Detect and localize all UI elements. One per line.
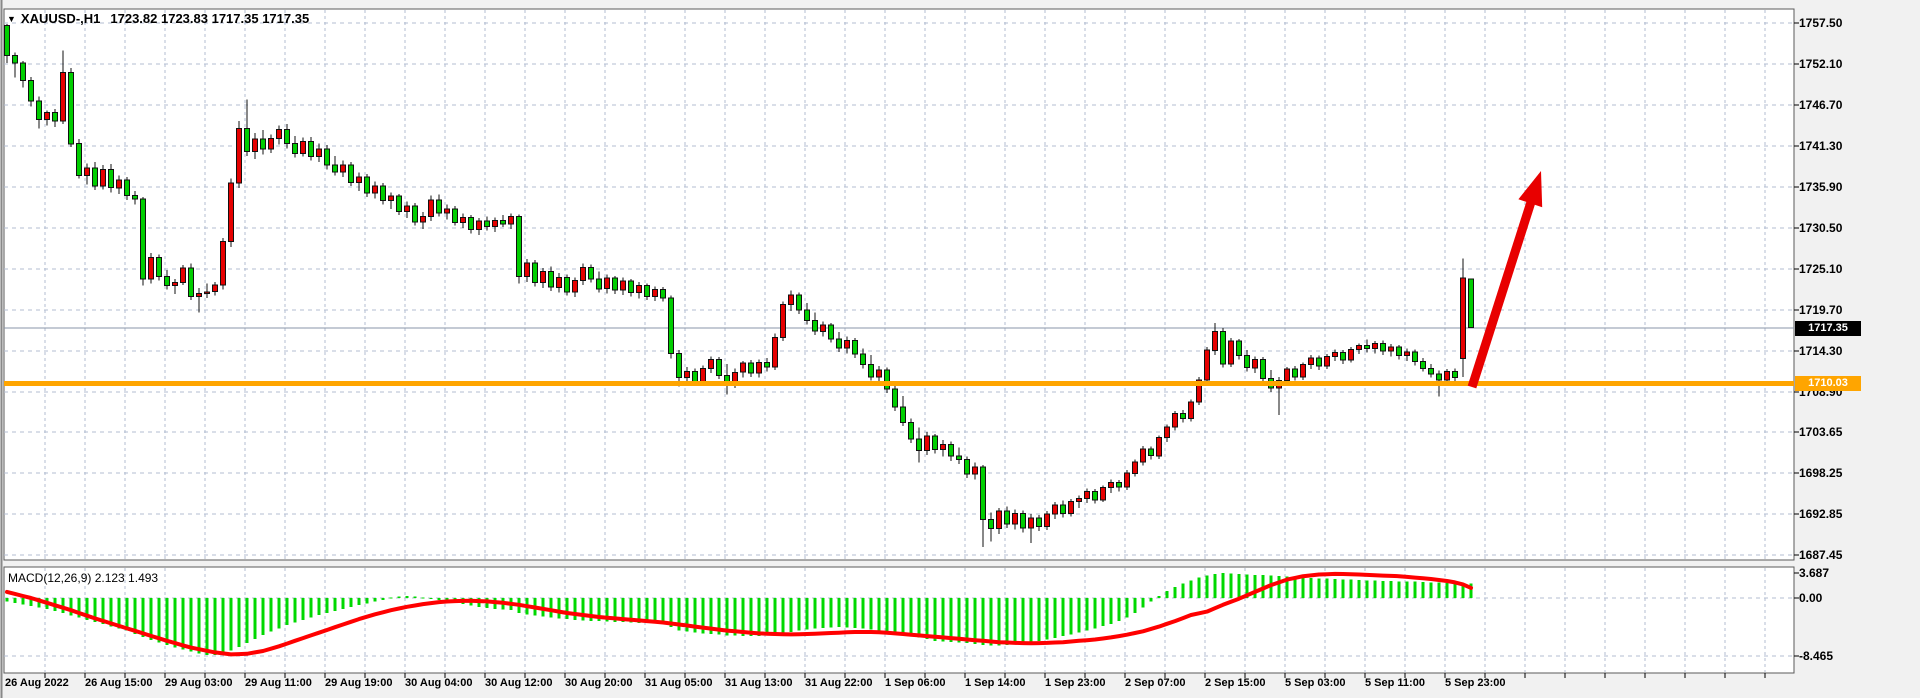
- time-axis-label: 30 Aug 04:00: [405, 677, 472, 689]
- time-axis-label: 1 Sep 06:00: [885, 677, 946, 689]
- support-price-badge: 1710.03: [1795, 376, 1861, 391]
- price-axis-label: 1752.10: [1799, 57, 1869, 71]
- price-axis-label: 1719.70: [1799, 303, 1869, 317]
- time-axis-label: 31 Aug 13:00: [725, 677, 792, 689]
- current-price-badge: 1717.35: [1795, 321, 1861, 336]
- price-axis-label: 1725.10: [1799, 262, 1869, 276]
- chart-canvas[interactable]: [0, 0, 1920, 698]
- symbol-dropdown-icon[interactable]: ▼: [7, 14, 16, 24]
- time-axis-label: 5 Sep 11:00: [1365, 677, 1425, 689]
- time-axis-label: 31 Aug 22:00: [805, 677, 872, 689]
- price-axis-label: 1714.30: [1799, 344, 1869, 358]
- price-axis-label: 1698.25: [1799, 466, 1869, 480]
- time-axis-label: 5 Sep 23:00: [1445, 677, 1506, 689]
- time-axis-label: 31 Aug 05:00: [645, 677, 712, 689]
- price-axis-label: 1746.70: [1799, 98, 1869, 112]
- time-axis-label: 5 Sep 03:00: [1285, 677, 1346, 689]
- price-axis-label: 1687.45: [1799, 548, 1869, 562]
- time-axis-label: 26 Aug 15:00: [85, 677, 152, 689]
- time-axis-label: 1 Sep 14:00: [965, 677, 1026, 689]
- time-axis-label: 29 Aug 11:00: [245, 677, 312, 689]
- ohlc-values: 1723.82 1723.83 1717.35 1717.35: [110, 11, 309, 26]
- time-axis-label: 29 Aug 19:00: [325, 677, 392, 689]
- price-axis-label: 1703.65: [1799, 425, 1869, 439]
- time-axis-label: 2 Sep 07:00: [1125, 677, 1186, 689]
- macd-scale-min: -8.465: [1799, 649, 1869, 663]
- price-axis-label: 1692.85: [1799, 507, 1869, 521]
- symbol-timeframe-label[interactable]: XAUUSD-,H1: [21, 11, 100, 26]
- macd-scale-zero: 0.00: [1799, 591, 1869, 605]
- time-axis-label: 2 Sep 15:00: [1205, 677, 1266, 689]
- price-axis-label: 1741.30: [1799, 139, 1869, 153]
- macd-indicator-label: MACD(12,26,9) 2.123 1.493: [8, 571, 158, 585]
- time-axis-label: 29 Aug 03:00: [165, 677, 232, 689]
- trading-chart-window: ▼ XAUUSD-,H1 1723.82 1723.83 1717.35 1717.…: [0, 0, 1920, 698]
- time-axis-label: 30 Aug 12:00: [485, 677, 552, 689]
- time-axis-label: 26 Aug 2022: [5, 677, 69, 689]
- macd-scale-max: 3.687: [1799, 566, 1869, 580]
- price-axis-label: 1757.50: [1799, 16, 1869, 30]
- time-axis-label: 30 Aug 20:00: [565, 677, 632, 689]
- time-axis-label: 1 Sep 23:00: [1045, 677, 1106, 689]
- chart-title: ▼ XAUUSD-,H1 1723.82 1723.83 1717.35 1717.…: [7, 11, 309, 26]
- price-axis-label: 1730.50: [1799, 221, 1869, 235]
- price-axis-label: 1735.90: [1799, 180, 1869, 194]
